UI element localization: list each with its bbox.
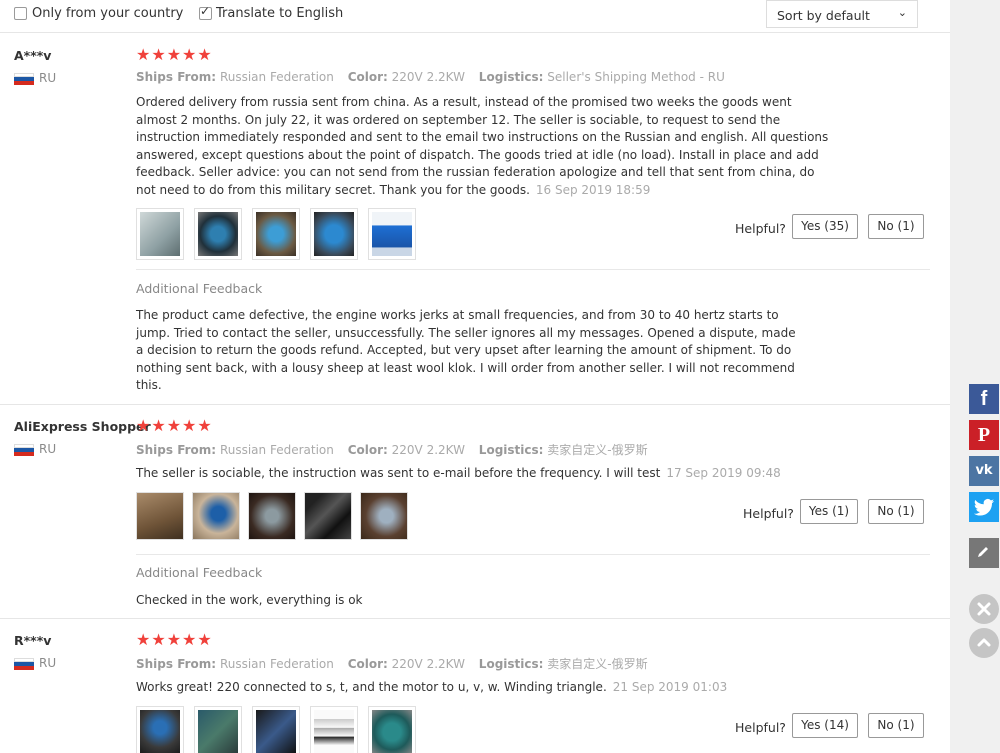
russia-flag-icon [14, 73, 34, 85]
review-photo[interactable] [192, 492, 240, 540]
russia-flag-icon [14, 658, 34, 670]
helpful-label: Helpful? [743, 506, 794, 521]
color-label: Color: [347, 70, 388, 84]
helpful-yes-button[interactable]: Yes (35) [792, 214, 858, 239]
pinterest-share-icon[interactable]: P [969, 420, 999, 450]
logistics-value: 卖家自定义-俄罗斯 [547, 657, 648, 671]
review-meta: Ships From: Russian Federation Color: 22… [136, 655, 648, 672]
review-text: Ordered delivery from russia sent from c… [136, 94, 836, 200]
logistics-label: Logistics: [478, 657, 544, 671]
helpful-no-button[interactable]: No (1) [868, 499, 924, 524]
review-photo[interactable] [252, 208, 300, 260]
review-photo[interactable] [310, 208, 358, 260]
additional-feedback-text: Checked in the work, everything is ok [136, 593, 363, 607]
review-separator [0, 618, 950, 619]
chevron-down-icon: ⌄ [897, 6, 907, 19]
review-photo[interactable] [248, 492, 296, 540]
divider [136, 554, 930, 555]
review-body: The seller is sociable, the instruction … [136, 466, 661, 480]
only-country-checkbox[interactable] [14, 7, 27, 20]
filter-bar: Only from your country Translate to Engl… [0, 0, 950, 33]
star-rating: ★★★★★ [136, 416, 213, 435]
helpful-label: Helpful? [735, 221, 786, 236]
review-photo[interactable] [252, 706, 300, 753]
close-icon[interactable] [969, 594, 999, 624]
sort-select-value: Sort by default [777, 8, 870, 23]
color-label: Color: [347, 443, 388, 457]
ships-from-value: Russian Federation [219, 443, 334, 457]
scroll-top-icon[interactable] [969, 628, 999, 658]
reviews-panel: Only from your country Translate to Engl… [0, 0, 950, 753]
reviewer-name: R***v [14, 633, 52, 648]
logistics-label: Logistics: [478, 70, 544, 84]
review-photo[interactable] [368, 208, 416, 260]
helpful-no-button[interactable]: No (1) [868, 713, 924, 738]
review-photo[interactable] [368, 706, 416, 753]
additional-feedback-title: Additional Feedback [136, 281, 263, 296]
review-body: Works great! 220 connected to s, t, and … [136, 680, 607, 694]
review-body: Ordered delivery from russia sent from c… [136, 95, 829, 197]
reviewer-country: RU [39, 71, 57, 85]
helpful-yes-button[interactable]: Yes (1) [800, 499, 858, 524]
helpful-yes-button[interactable]: Yes (14) [792, 713, 858, 738]
review-text: Works great! 220 connected to s, t, and … [136, 679, 896, 697]
photo-thumbnails [136, 492, 408, 540]
reviewer-country: RU [39, 656, 57, 670]
color-value: 220V 2.2KW [391, 443, 465, 457]
translate-checkbox[interactable] [199, 4, 212, 20]
ships-from-label: Ships From: [136, 657, 217, 671]
reviewer-name: AliExpress Shopper [14, 419, 151, 434]
review-photo[interactable] [136, 706, 184, 753]
review-photo[interactable] [136, 208, 184, 260]
ships-from-label: Ships From: [136, 443, 217, 457]
facebook-share-icon[interactable]: f [969, 384, 999, 414]
color-value: 220V 2.2KW [391, 70, 465, 84]
color-label: Color: [347, 657, 388, 671]
helpful-no-button[interactable]: No (1) [868, 214, 924, 239]
review-photo[interactable] [360, 492, 408, 540]
additional-feedback-title: Additional Feedback [136, 565, 263, 580]
review-meta: Ships From: Russian Federation Color: 22… [136, 70, 725, 84]
edit-icon[interactable] [969, 538, 999, 568]
ships-from-value: Russian Federation [219, 70, 334, 84]
review-meta: Ships From: Russian Federation Color: 22… [136, 441, 648, 458]
russia-flag-icon [14, 444, 34, 456]
reviewer-name: A***v [14, 48, 52, 63]
photo-thumbnails [136, 208, 416, 260]
additional-feedback-text: The product came defective, the engine w… [136, 308, 796, 393]
ships-from-value: Russian Federation [219, 657, 334, 671]
review-photo[interactable] [304, 492, 352, 540]
review-time: 21 Sep 2019 01:03 [612, 680, 728, 694]
star-rating: ★★★★★ [136, 630, 213, 649]
vk-share-icon[interactable]: vk [969, 456, 999, 486]
review-separator [0, 404, 950, 405]
only-country-label[interactable]: Only from your country [32, 6, 183, 21]
ships-from-label: Ships From: [136, 70, 217, 84]
photo-thumbnails [136, 706, 416, 753]
logistics-label: Logistics: [478, 443, 544, 457]
review-text: The seller is sociable, the instruction … [136, 465, 896, 483]
divider [136, 269, 930, 270]
review-photo[interactable] [310, 706, 358, 753]
twitter-share-icon[interactable] [969, 492, 999, 522]
reviewer-country: RU [39, 442, 57, 456]
logistics-value: 卖家自定义-俄罗斯 [547, 443, 648, 457]
review-photo[interactable] [194, 706, 242, 753]
review-time: 16 Sep 2019 18:59 [535, 182, 651, 197]
review-time: 17 Sep 2019 09:48 [666, 466, 781, 480]
review-photo[interactable] [194, 208, 242, 260]
review-photo[interactable] [136, 492, 184, 540]
color-value: 220V 2.2KW [391, 657, 465, 671]
logistics-value: Seller's Shipping Method - RU [547, 70, 725, 84]
sort-select[interactable]: Sort by default ⌄ [766, 0, 918, 28]
helpful-label: Helpful? [735, 720, 786, 735]
translate-label[interactable]: Translate to English [216, 6, 343, 21]
star-rating: ★★★★★ [136, 45, 213, 64]
